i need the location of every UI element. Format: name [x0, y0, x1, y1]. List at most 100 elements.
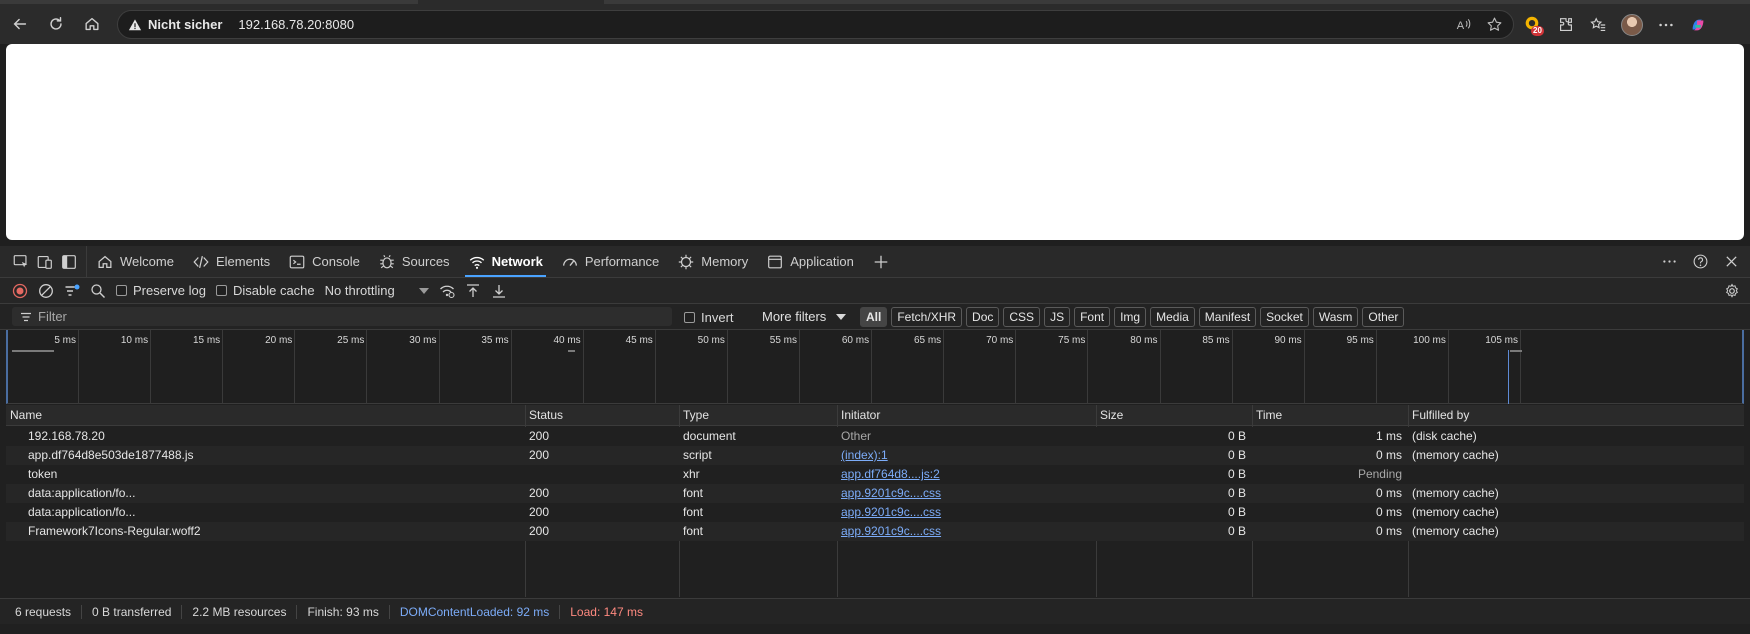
filter-toggle-icon[interactable]: [64, 283, 80, 299]
column-header-time[interactable]: Time: [1252, 405, 1408, 426]
network-overview-timeline[interactable]: 5 ms 10 ms 15 ms 20 ms 25 ms 30 ms 35 ms 40 ms 4…: [6, 330, 1744, 404]
tab-console[interactable]: Console: [279, 246, 369, 277]
filter-field[interactable]: [12, 307, 672, 326]
timeline-gridline: [1447, 330, 1449, 404]
filter-chip-css[interactable]: CSS: [1003, 307, 1041, 327]
cell-name[interactable]: data:application/fo...: [6, 503, 525, 522]
tab-performance[interactable]: Performance: [552, 246, 668, 277]
filter-chip-wasm[interactable]: Wasm: [1312, 307, 1359, 327]
invert-checkbox[interactable]: Invert: [684, 310, 734, 325]
read-aloud-icon[interactable]: A: [1455, 16, 1472, 33]
checkbox-box[interactable]: [684, 312, 695, 323]
refresh-button[interactable]: [38, 8, 74, 40]
tab-label: Performance: [584, 254, 660, 269]
extension-button[interactable]: 20: [1523, 15, 1544, 36]
devtools-left-tools: [0, 246, 87, 277]
filter-chip-socket[interactable]: Socket: [1260, 307, 1309, 327]
checkbox-box[interactable]: [116, 285, 127, 296]
close-icon[interactable]: [1723, 253, 1740, 270]
more-filters-dropdown[interactable]: More filters: [762, 309, 847, 324]
help-icon[interactable]: [1692, 253, 1709, 270]
import-har-icon[interactable]: [465, 283, 481, 299]
tab-welcome[interactable]: Welcome: [87, 246, 183, 277]
cell-initiator[interactable]: (index):1: [837, 446, 1096, 465]
tab-memory[interactable]: Memory: [668, 246, 757, 277]
search-icon[interactable]: [90, 283, 106, 299]
more-horizontal-icon[interactable]: [1657, 16, 1675, 34]
tab-label: Application: [790, 254, 854, 269]
table-row[interactable]: data:application/fo... 200 font app.9201c9c…: [6, 484, 1744, 503]
copilot-icon[interactable]: [1689, 16, 1707, 34]
table-row[interactable]: 192.168.78.20 200 document Other 0 B 1 ms (dis…: [6, 427, 1744, 446]
clear-icon[interactable]: [38, 283, 54, 299]
cell-name[interactable]: app.df764d8e503de1877488.js: [6, 446, 525, 465]
cell-time: 0 ms: [1375, 486, 1402, 500]
cell-time: 0 ms: [1375, 448, 1402, 462]
column-header-size[interactable]: Size: [1096, 405, 1252, 426]
address-bar[interactable]: Nicht sicher 192.168.78.20:8080 A: [117, 10, 1514, 39]
checkbox-box[interactable]: [215, 285, 227, 296]
table-row[interactable]: data:application/fo... 200 font app.9201c9c…: [6, 503, 1744, 522]
cell-name[interactable]: token: [6, 465, 525, 484]
cell-size: 0 B: [1227, 429, 1246, 443]
table-row[interactable]: Framework7Icons-Regular.woff2 200 font app.…: [6, 522, 1744, 541]
add-tool-button[interactable]: [863, 246, 899, 277]
device-emulation-icon[interactable]: [36, 253, 54, 271]
cell-initiator[interactable]: app.9201c9c....css: [837, 522, 1096, 541]
back-button[interactable]: [2, 8, 38, 40]
cell-name[interactable]: 192.168.78.20: [6, 427, 525, 446]
refresh-icon: [50, 16, 62, 30]
filter-chip-img[interactable]: Img: [1114, 307, 1147, 327]
filter-chip-other[interactable]: Other: [1362, 307, 1405, 327]
column-header-type[interactable]: Type: [679, 405, 837, 426]
timeline-gridline: [1520, 330, 1521, 404]
filter-chip-fetchxhr[interactable]: Fetch/XHR: [891, 307, 963, 327]
bug-icon: [380, 254, 394, 268]
column-header-status[interactable]: Status: [525, 405, 679, 426]
cell-initiator[interactable]: app.9201c9c....css: [837, 484, 1096, 503]
inspect-element-icon[interactable]: [12, 253, 30, 271]
cell-initiator[interactable]: app.df764d8....js:2: [837, 465, 1096, 484]
column-header-fulfilled-by[interactable]: Fulfilled by: [1408, 405, 1744, 426]
filter-input[interactable]: [38, 309, 638, 324]
filter-chip-font[interactable]: Font: [1074, 307, 1111, 327]
network-conditions-icon[interactable]: [439, 283, 455, 299]
filter-chip-media[interactable]: Media: [1150, 307, 1195, 327]
filter-icon: [21, 312, 31, 321]
extensions-puzzle-icon[interactable]: [1557, 16, 1575, 34]
cell-name[interactable]: data:application/fo...: [6, 484, 525, 503]
tab-sources[interactable]: Sources: [369, 246, 459, 277]
more-horizontal-icon[interactable]: [1661, 253, 1678, 270]
tab-network[interactable]: Network: [459, 246, 552, 277]
filter-chip-manifest[interactable]: Manifest: [1198, 307, 1257, 327]
preserve-log-checkbox[interactable]: Preserve log: [116, 283, 206, 298]
favorite-star-icon[interactable]: [1486, 16, 1503, 33]
record-stop-icon[interactable]: [12, 283, 28, 299]
column-header-name[interactable]: Name: [6, 405, 525, 426]
throttling-select[interactable]: No throttling: [325, 283, 429, 298]
filter-chip-js[interactable]: JS: [1044, 307, 1071, 327]
plus-icon: [874, 255, 888, 268]
dock-side-icon[interactable]: [60, 253, 78, 271]
filter-chip-all[interactable]: All: [860, 307, 888, 327]
gear-icon[interactable]: [1724, 283, 1740, 299]
table-row[interactable]: app.df764d8e503de1877488.js 200 script (ind…: [6, 446, 1744, 465]
cell-initiator[interactable]: app.9201c9c....css: [837, 503, 1096, 522]
column-header-initiator[interactable]: Initiator: [837, 405, 1096, 426]
url-text[interactable]: 192.168.78.20:8080: [238, 17, 354, 32]
tab-application[interactable]: Application: [757, 246, 863, 277]
filter-chip-doc[interactable]: Doc: [966, 307, 1000, 327]
timeline-tick-label: 20 ms: [265, 335, 293, 346]
tab-elements[interactable]: Elements: [183, 246, 279, 277]
export-har-icon[interactable]: [491, 283, 507, 299]
timeline-gridline: [1159, 330, 1161, 404]
profile-avatar[interactable]: [1621, 14, 1643, 36]
cell-name[interactable]: Framework7Icons-Regular.woff2: [6, 522, 525, 541]
timeline-request-bar: [568, 350, 575, 352]
security-label[interactable]: Nicht sicher: [148, 17, 222, 32]
table-row[interactable]: token xhr app.df764d8....js:2 0 B Pending: [6, 465, 1744, 484]
disable-cache-checkbox[interactable]: Disable cache: [215, 283, 315, 298]
favorites-icon[interactable]: [1589, 16, 1607, 34]
home-button[interactable]: [74, 8, 110, 40]
page-viewport[interactable]: [6, 44, 1744, 240]
